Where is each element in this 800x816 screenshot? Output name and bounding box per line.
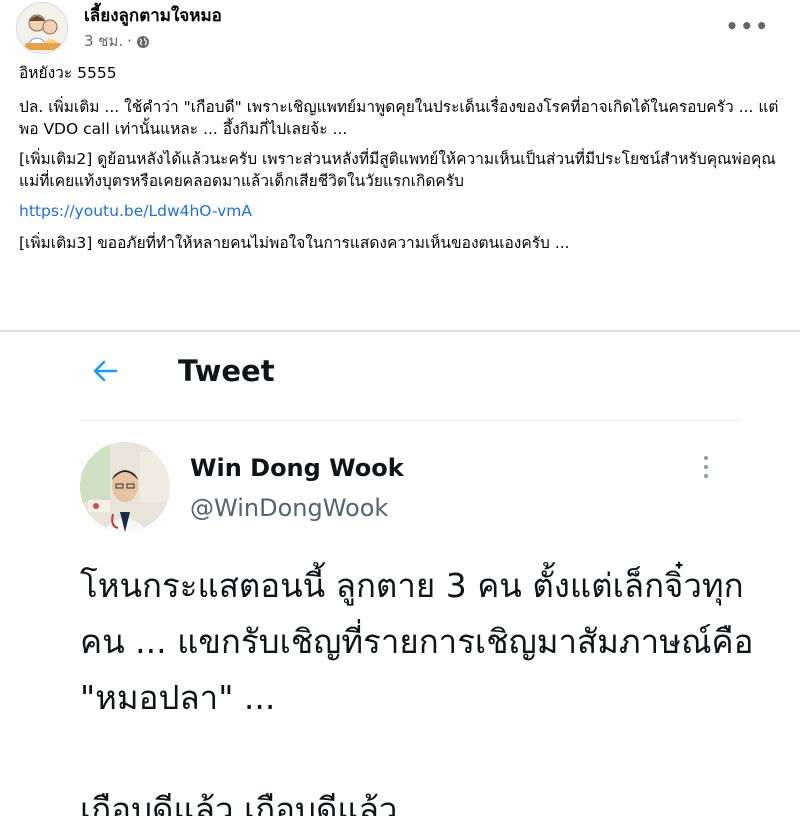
page-name[interactable]: เลี้ยงลูกตามใจหมอ xyxy=(84,5,222,27)
tweet-author: Win Dong Wook @WinDongWook xyxy=(80,442,404,532)
tweet-text-paragraph1: โหนกระแสตอนนี้ ลูกตาย 3 คน ตั้งแต่เล็กจิ… xyxy=(80,566,754,717)
tweet-topbar: Tweet xyxy=(90,354,275,388)
back-arrow-icon[interactable] xyxy=(90,356,120,386)
more-vertical-icon[interactable] xyxy=(700,456,712,482)
meta-separator: · xyxy=(127,32,132,50)
tweet-screenshot[interactable]: Tweet Win Dong Wook @WinDongWook โหนกระแ… xyxy=(0,332,800,816)
post-text-line1: อิหยังวะ 5555 xyxy=(19,64,117,82)
post-time-text[interactable]: 3 ชม. xyxy=(84,31,123,51)
page-avatar-illustration xyxy=(17,3,67,53)
post-text-paragraph2: [เพิ่มเติม2] ดูย้อนหลังได้แล้วนะครับ เพร… xyxy=(19,150,776,190)
tweet-text-paragraph2: เกือบดีแล้ว เกือบดีแล้ว xyxy=(80,790,398,816)
post-text-paragraph1: ปล. เพิ่มเติม ... ใช้คำว่า "เกือบดี" เพร… xyxy=(19,98,779,138)
author-avatar[interactable] xyxy=(80,442,170,532)
post-header: เลี้ยงลูกตามใจหมอ 3 ชม. · xyxy=(16,2,222,54)
author-name[interactable]: Win Dong Wook xyxy=(190,452,404,484)
author-names: Win Dong Wook @WinDongWook xyxy=(190,452,404,532)
post-meta: เลี้ยงลูกตามใจหมอ 3 ชม. · xyxy=(84,5,222,51)
post-text-paragraph3: [เพิ่มเติม3] ขออภัยที่ทำให้หลายคนไม่พอใจ… xyxy=(19,234,570,252)
globe-icon xyxy=(136,34,150,48)
more-horizontal-icon[interactable]: ••• xyxy=(726,14,770,38)
post-body: อิหยังวะ 5555 ปล. เพิ่มเติม ... ใช้คำว่า… xyxy=(19,62,779,262)
author-handle[interactable]: @WinDongWook xyxy=(190,492,404,524)
tweet-text: โหนกระแสตอนนี้ ลูกตาย 3 คน ตั้งแต่เล็กจิ… xyxy=(80,558,760,816)
youtube-link[interactable]: https://youtu.be/Ldw4hO-vmA xyxy=(19,200,252,222)
facebook-post: เลี้ยงลูกตามใจหมอ 3 ชม. · ••• อิหยังวะ 5… xyxy=(0,0,800,332)
author-photo xyxy=(80,442,170,532)
post-timestamp: 3 ชม. · xyxy=(84,31,222,51)
tweet-heading: Tweet xyxy=(178,354,275,388)
tweet-header-separator xyxy=(80,420,740,421)
page-avatar[interactable] xyxy=(16,2,68,54)
